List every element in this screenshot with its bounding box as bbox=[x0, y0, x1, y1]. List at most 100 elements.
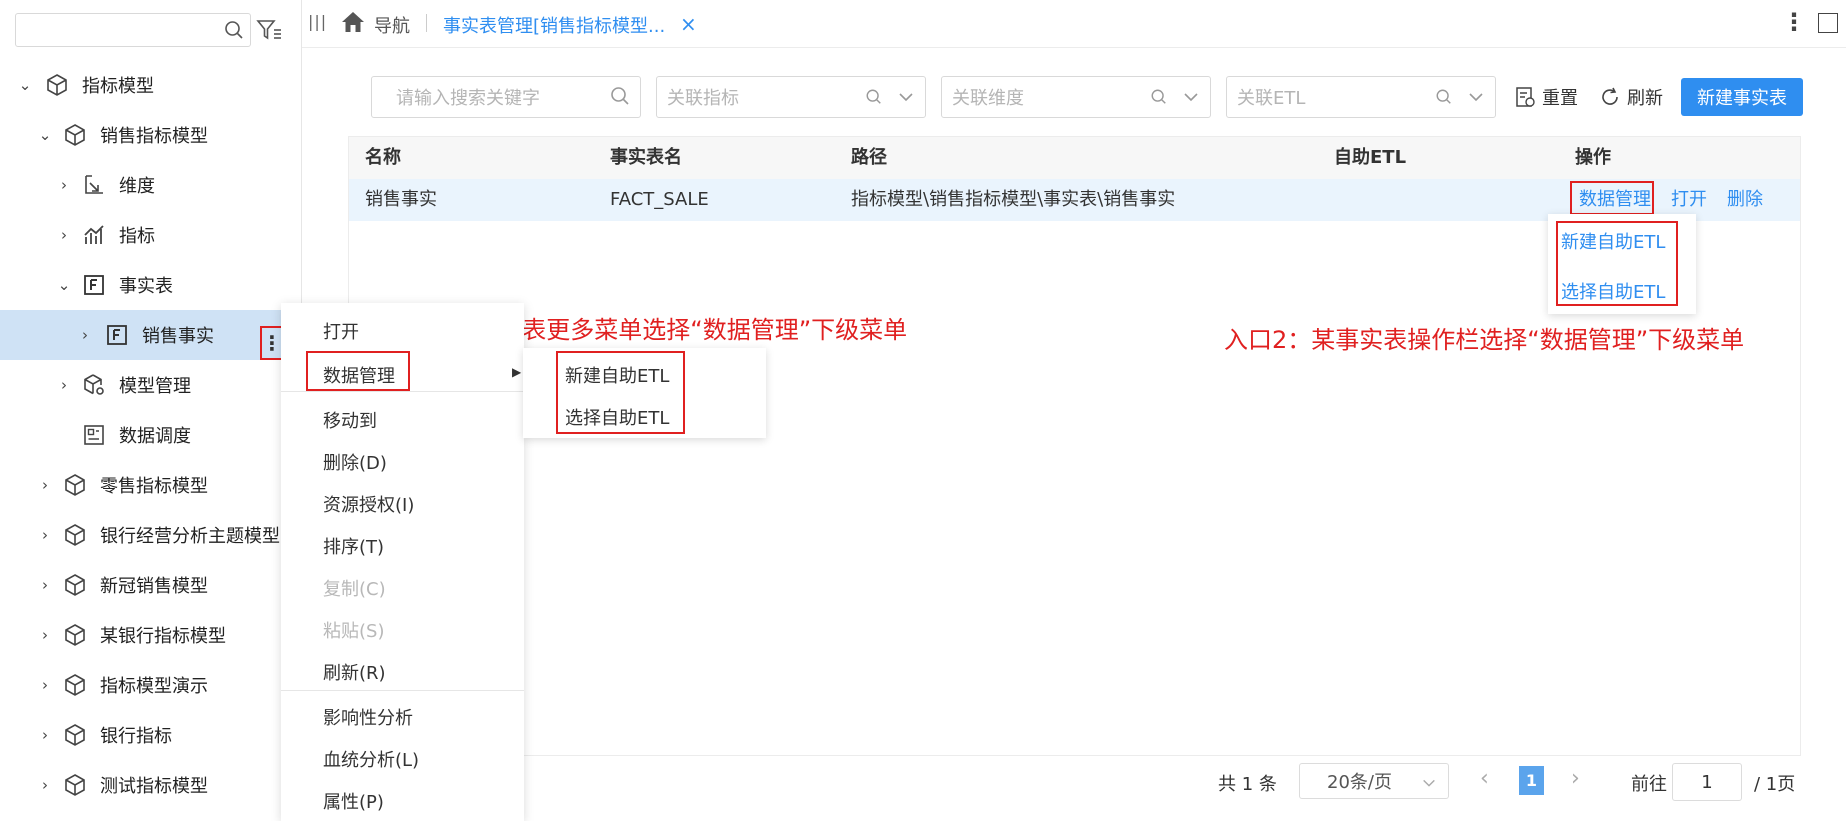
tree-item-test-model[interactable]: › 测试指标模型 bbox=[0, 760, 301, 810]
tree-item-dimension[interactable]: › 维度 bbox=[0, 160, 301, 210]
col-header-table-name: 事实表名 bbox=[610, 147, 682, 168]
cube-icon bbox=[62, 472, 88, 498]
tree-item-label: 测试指标模型 bbox=[100, 776, 208, 797]
tree-item-retail-model[interactable]: › 零售指标模型 bbox=[0, 460, 301, 510]
home-icon[interactable] bbox=[340, 10, 366, 39]
dimension-filter-select[interactable]: 关联维度 bbox=[941, 76, 1211, 118]
chevron-right-icon[interactable]: › bbox=[38, 726, 52, 744]
chevron-down-icon[interactable]: ⌄ bbox=[18, 76, 32, 94]
close-icon[interactable]: × bbox=[680, 12, 697, 36]
keyword-search-box[interactable]: 请输入搜索关键字 bbox=[371, 76, 641, 118]
tree-item-model-manage[interactable]: › 模型管理 bbox=[0, 360, 301, 410]
tree-item-data-schedule[interactable]: 数据调度 bbox=[0, 410, 301, 460]
tree-item-some-bank-model[interactable]: › 某银行指标模型 bbox=[0, 610, 301, 660]
annotation-entry-2: 入口2：某事实表操作栏选择“数据管理”下级菜单 bbox=[1224, 326, 1745, 354]
chevron-right-icon[interactable]: › bbox=[78, 326, 92, 344]
goto-page-input[interactable] bbox=[1672, 763, 1742, 801]
tree-item-label: 销售指标模型 bbox=[100, 126, 208, 147]
ctx-move-to[interactable]: 移动到 bbox=[323, 407, 377, 433]
new-fact-table-button[interactable]: 新建事实表 bbox=[1681, 78, 1803, 116]
chevron-down-icon[interactable]: ⌄ bbox=[57, 276, 71, 294]
search-icon[interactable] bbox=[610, 86, 630, 106]
tree-item-demo-model[interactable]: › 指标模型演示 bbox=[0, 660, 301, 710]
highlight-ops-dropdown bbox=[1556, 221, 1678, 306]
reset-button[interactable]: 重置 bbox=[1514, 84, 1578, 110]
maximize-icon[interactable] bbox=[1818, 13, 1838, 33]
etl-filter-placeholder: 关联ETL bbox=[1237, 88, 1306, 109]
refresh-label: 刷新 bbox=[1627, 88, 1663, 109]
fact-table-icon bbox=[104, 322, 130, 348]
page-size-select[interactable]: 20条/页 bbox=[1299, 763, 1449, 799]
ctx-copy[interactable]: 复制(C) bbox=[323, 575, 386, 601]
ctx-delete[interactable]: 删除(D) bbox=[323, 449, 387, 475]
tree-item-label: 销售事实 bbox=[142, 326, 214, 347]
ctx-authorize[interactable]: 资源授权(I) bbox=[323, 491, 414, 517]
refresh-button[interactable]: 刷新 bbox=[1599, 84, 1663, 110]
tree-item-bank-metric[interactable]: › 银行指标 bbox=[0, 710, 301, 760]
tree-item-metric[interactable]: › 指标 bbox=[0, 210, 301, 260]
delete-link[interactable]: 删除 bbox=[1727, 179, 1763, 221]
tree-item-covid-model[interactable]: › 新冠销售模型 bbox=[0, 560, 301, 610]
total-count: 共 1 条 bbox=[1218, 774, 1277, 795]
chevron-right-icon[interactable]: › bbox=[38, 576, 52, 594]
ctx-sort[interactable]: 排序(T) bbox=[323, 533, 384, 559]
chart-icon bbox=[81, 222, 107, 248]
filter-icon[interactable] bbox=[256, 18, 282, 47]
metric-filter-select[interactable]: 关联指标 bbox=[656, 76, 926, 118]
cube-icon bbox=[44, 72, 70, 98]
chevron-right-icon[interactable]: › bbox=[38, 626, 52, 644]
ctx-properties[interactable]: 属性(P) bbox=[323, 788, 384, 814]
goto-label: 前往 bbox=[1631, 774, 1667, 795]
reset-label: 重置 bbox=[1542, 88, 1578, 109]
chevron-right-icon[interactable]: › bbox=[38, 776, 52, 794]
page-total: / 1页 bbox=[1754, 774, 1796, 795]
chevron-right-icon[interactable]: › bbox=[57, 376, 71, 394]
tree-item-fact-table[interactable]: ⌄ 事实表 bbox=[0, 260, 301, 310]
submenu-arrow-icon: ▶ bbox=[512, 365, 522, 379]
cell-name: 销售事实 bbox=[365, 189, 437, 210]
chevron-right-icon[interactable]: › bbox=[38, 476, 52, 494]
tree-item-sales-fact[interactable]: › 销售事实 bbox=[0, 310, 301, 360]
ctx-paste[interactable]: 粘贴(S) bbox=[323, 617, 384, 643]
chevron-right-icon[interactable]: › bbox=[38, 526, 52, 544]
next-page-icon[interactable]: › bbox=[1571, 766, 1580, 791]
chevron-right-icon[interactable]: › bbox=[57, 176, 71, 194]
ctx-impact-analysis[interactable]: 影响性分析 bbox=[323, 704, 413, 730]
ctx-open[interactable]: 打开 bbox=[323, 318, 359, 344]
search-icon[interactable] bbox=[224, 20, 244, 45]
more-vertical-icon[interactable]: ⋮ bbox=[1782, 8, 1806, 36]
ctx-refresh[interactable]: 刷新(R) bbox=[323, 659, 386, 685]
dimension-icon bbox=[81, 172, 107, 198]
chevron-down-icon bbox=[899, 93, 913, 102]
collapse-sidebar-icon[interactable]: ||| bbox=[308, 12, 327, 31]
chevron-down-icon[interactable]: ⌄ bbox=[38, 126, 52, 144]
highlight-ctx-data-manage bbox=[306, 351, 410, 391]
highlight-submenu bbox=[556, 351, 685, 434]
highlight-data-manage bbox=[1570, 181, 1654, 215]
col-header-ops: 操作 bbox=[1575, 147, 1611, 168]
search-icon bbox=[1436, 89, 1451, 104]
menu-separator bbox=[281, 690, 524, 691]
tree-item-metric-model[interactable]: ⌄ 指标模型 bbox=[0, 60, 301, 110]
nav-tab[interactable]: 导航 bbox=[374, 12, 410, 38]
col-header-etl: 自助ETL bbox=[1334, 147, 1407, 168]
chevron-right-icon[interactable]: › bbox=[57, 226, 71, 244]
tree-item-label: 零售指标模型 bbox=[100, 476, 208, 497]
tree-item-label: 指标 bbox=[119, 226, 155, 247]
chevron-down-icon bbox=[1184, 93, 1198, 102]
sidebar-search-input[interactable] bbox=[24, 14, 224, 44]
etl-filter-select[interactable]: 关联ETL bbox=[1226, 76, 1496, 118]
chevron-right-icon[interactable]: › bbox=[38, 676, 52, 694]
cube-icon bbox=[62, 522, 88, 548]
prev-page-icon[interactable]: ‹ bbox=[1480, 766, 1489, 791]
cell-path: 指标模型\销售指标模型\事实表\销售事实 bbox=[851, 189, 1176, 210]
tree-item-sales-model[interactable]: ⌄ 销售指标模型 bbox=[0, 110, 301, 160]
col-header-path: 路径 bbox=[851, 147, 887, 168]
tree-item-label: 新冠销售模型 bbox=[100, 576, 208, 597]
page-number-current[interactable]: 1 bbox=[1519, 766, 1544, 795]
tab-fact-table-manage[interactable]: 事实表管理[销售指标模型... bbox=[443, 12, 665, 38]
ctx-lineage-analysis[interactable]: 血统分析(L) bbox=[323, 746, 419, 772]
search-icon bbox=[866, 89, 881, 104]
tree-item-bank-ops-model[interactable]: › 银行经营分析主题模型 bbox=[0, 510, 301, 560]
refresh-icon bbox=[1602, 87, 1618, 105]
